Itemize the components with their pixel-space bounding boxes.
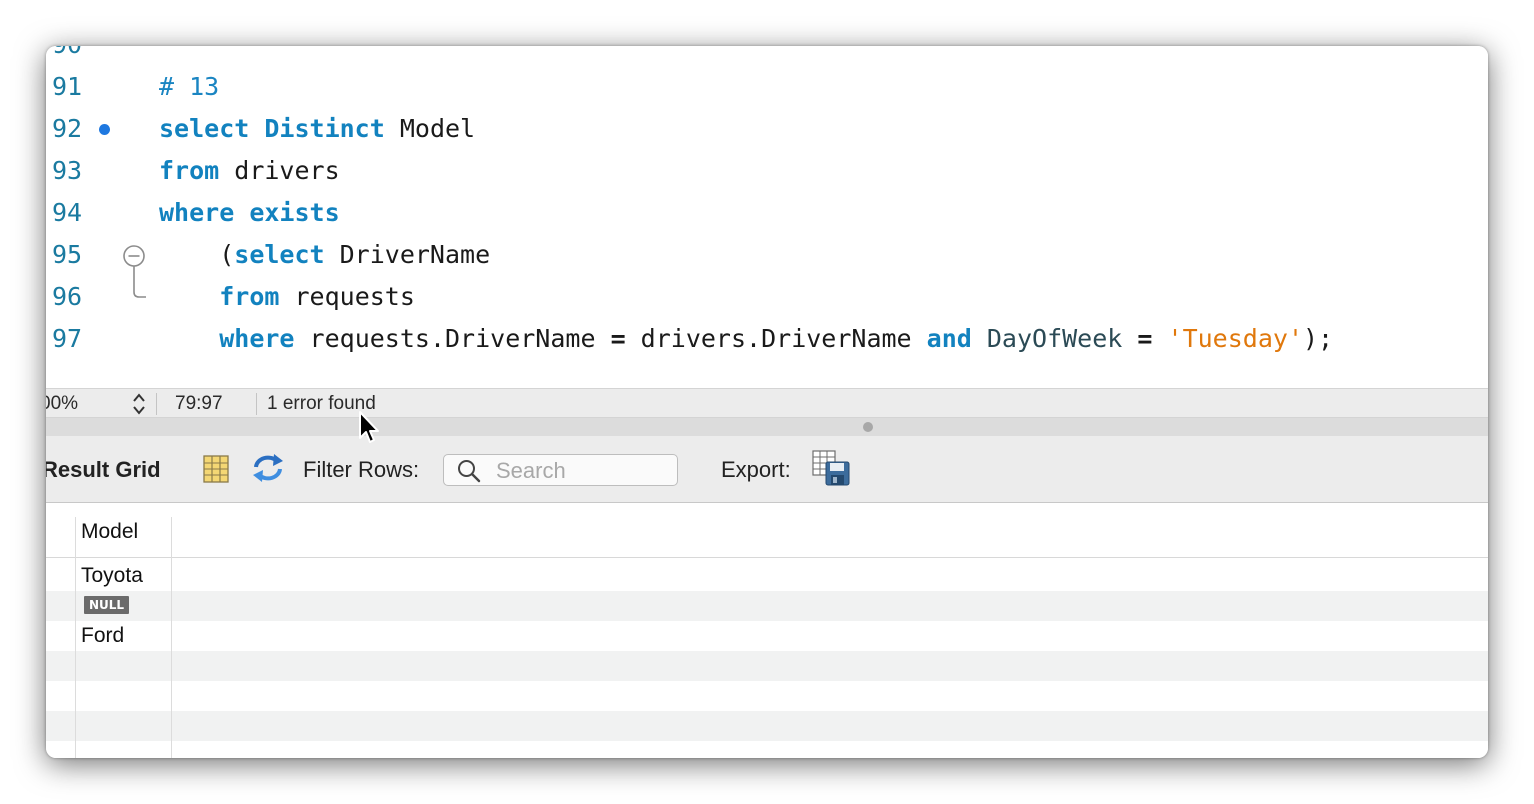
table-row[interactable] xyxy=(46,651,1488,681)
code-token: requests xyxy=(279,282,415,311)
code-text[interactable]: where exists xyxy=(159,192,340,234)
code-line[interactable]: 96 from requests xyxy=(46,276,1488,318)
code-token: exists xyxy=(249,198,340,227)
statement-marker-icon[interactable] xyxy=(99,124,110,135)
code-token: DriverName xyxy=(324,240,491,269)
editor-status-bar: 00% 79:97 1 error found xyxy=(46,388,1488,418)
code-token: Model xyxy=(384,114,476,143)
grid-header: Model xyxy=(46,503,1488,558)
refresh-icon[interactable] xyxy=(250,452,286,484)
column-header-model[interactable]: Model xyxy=(81,520,138,544)
zoom-level: 00% xyxy=(46,393,79,414)
grid-layout-icon[interactable] xyxy=(202,454,230,484)
search-icon xyxy=(458,460,481,483)
code-text[interactable]: # 13 xyxy=(159,66,219,108)
grid-cell-model[interactable]: Toyota xyxy=(81,564,143,588)
table-row[interactable] xyxy=(46,711,1488,741)
line-number[interactable]: 90 xyxy=(52,46,112,66)
code-token: ( xyxy=(159,240,235,269)
fold-toggle-icon[interactable] xyxy=(122,244,146,300)
line-number[interactable]: 95 xyxy=(52,234,112,276)
line-number[interactable]: 94 xyxy=(52,192,112,234)
grid-cell-model[interactable]: Ford xyxy=(81,624,124,648)
table-row[interactable]: Ford xyxy=(46,621,1488,651)
workbench-window: 9091 # 13 92select Distinct Model93 from dr… xyxy=(46,46,1488,758)
code-text[interactable]: from requests xyxy=(159,276,415,318)
code-token: Distinct xyxy=(264,114,385,143)
code-text[interactable]: where requests.DriverName = drivers.Driv… xyxy=(159,318,1333,360)
result-grid[interactable]: Model Toyota NULL Ford xyxy=(46,503,1488,758)
search-field[interactable] xyxy=(443,454,678,486)
code-token: from xyxy=(219,282,280,311)
sql-editor[interactable]: 9091 # 13 92select Distinct Model93 from dr… xyxy=(46,46,1488,388)
splitter-handle[interactable] xyxy=(863,422,873,432)
status-separator xyxy=(156,393,157,415)
table-row[interactable]: Toyota xyxy=(46,561,1488,591)
code-token: = xyxy=(1137,324,1153,353)
code-text[interactable]: (select DriverName xyxy=(159,234,490,276)
code-token: select xyxy=(159,114,250,143)
code-token: ); xyxy=(1303,324,1334,353)
line-number[interactable]: 93 xyxy=(52,150,112,192)
code-token: requests.DriverName xyxy=(294,324,611,353)
grid-row-header-border xyxy=(75,517,76,758)
line-number[interactable]: 91 xyxy=(52,66,112,108)
code-line[interactable]: 90 xyxy=(46,46,1488,66)
code-line[interactable]: 94 where exists xyxy=(46,192,1488,234)
code-token: from xyxy=(159,156,220,185)
code-token: drivers xyxy=(219,156,340,185)
code-line[interactable]: 97 where requests.DriverName = drivers.D… xyxy=(46,318,1488,360)
code-token: = xyxy=(610,324,626,353)
mouse-pointer-icon xyxy=(359,411,379,443)
line-number[interactable]: 97 xyxy=(52,318,112,360)
table-row[interactable] xyxy=(46,681,1488,711)
export-label: Export: xyxy=(721,457,791,482)
result-grid-title[interactable]: Result Grid xyxy=(46,457,161,483)
code-line[interactable]: 92 select Distinct Model xyxy=(46,108,1488,150)
code-line[interactable]: 91 # 13 xyxy=(46,66,1488,108)
line-number[interactable]: 96 xyxy=(52,276,112,318)
null-badge[interactable]: NULL xyxy=(84,596,129,614)
code-token: # 13 xyxy=(159,72,220,101)
code-line[interactable]: 93 from drivers xyxy=(46,150,1488,192)
code-token: where xyxy=(219,324,295,353)
result-toolbar: Result Grid Filter Rows: Export: xyxy=(46,436,1488,503)
code-token: and xyxy=(926,324,972,353)
panel-splitter[interactable] xyxy=(46,418,1488,436)
code-text[interactable]: select Distinct Model xyxy=(159,108,475,150)
status-separator xyxy=(256,393,257,415)
grid-column-border[interactable] xyxy=(171,517,172,758)
cursor-position: 79:97 xyxy=(175,393,223,414)
export-icon[interactable] xyxy=(812,450,850,486)
zoom-stepper-icon[interactable] xyxy=(130,390,148,418)
table-row[interactable]: NULL xyxy=(46,591,1488,621)
search-input[interactable] xyxy=(494,457,673,485)
code-token: 'Tuesday' xyxy=(1167,324,1303,353)
filter-rows-label: Filter Rows: xyxy=(303,457,420,482)
code-token: drivers.DriverName xyxy=(625,324,927,353)
code-text[interactable]: from drivers xyxy=(159,150,340,192)
code-token: select xyxy=(234,240,325,269)
code-line[interactable]: 95 (select DriverName xyxy=(46,234,1488,276)
code-token: DayOfWeek xyxy=(986,324,1123,353)
code-token: where xyxy=(159,198,235,227)
